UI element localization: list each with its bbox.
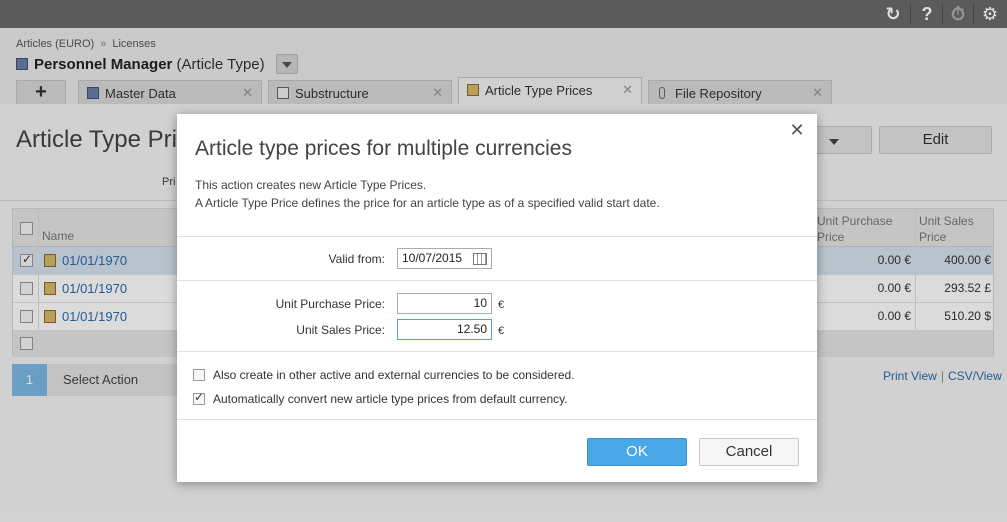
currency-symbol: € (498, 325, 505, 337)
other-currencies-checkbox[interactable] (193, 369, 205, 381)
close-icon[interactable]: ✕ (787, 120, 807, 140)
divider (177, 351, 817, 352)
divider (177, 236, 817, 237)
valid-from-label: Valid from: (328, 252, 385, 266)
topbar-divider (910, 4, 911, 24)
unit-purchase-price-input[interactable]: 10 (397, 293, 492, 314)
description-line: This action creates new Article Type Pri… (195, 178, 427, 192)
dialog-description: This action creates new Article Type Pri… (195, 176, 660, 212)
topbar-divider (973, 4, 974, 24)
option-other-currencies[interactable]: Also create in other active and external… (193, 368, 575, 382)
currency-symbol: € (498, 299, 505, 311)
ok-button[interactable]: OK (587, 438, 687, 466)
currency-prices-dialog: Article type prices for multiple currenc… (177, 114, 817, 482)
cancel-button[interactable]: Cancel (699, 438, 799, 466)
option-label: Automatically convert new article type p… (213, 392, 568, 406)
divider (177, 419, 817, 420)
help-icon[interactable]: ? (914, 2, 940, 26)
gear-icon[interactable]: ⚙ (977, 2, 1003, 26)
option-label: Also create in other active and external… (213, 368, 575, 382)
top-bar: ↻ ? ⏱ ⚙ (0, 0, 1007, 28)
topbar-divider (942, 4, 943, 24)
unit-sales-price-label: Unit Sales Price: (296, 323, 385, 337)
unit-sales-price-input[interactable]: 12.50 (397, 319, 492, 340)
divider (177, 280, 817, 281)
option-auto-convert[interactable]: Automatically convert new article type p… (193, 390, 568, 406)
calendar-icon[interactable] (473, 253, 487, 265)
sync-icon[interactable]: ↻ (880, 2, 906, 26)
timer-icon[interactable]: ⏱ (945, 2, 971, 26)
unit-purchase-price-label: Unit Purchase Price: (275, 297, 385, 311)
dialog-title: Article type prices for multiple currenc… (195, 137, 572, 160)
description-line: A Article Type Price defines the price f… (195, 196, 660, 210)
auto-convert-checkbox[interactable] (193, 390, 205, 405)
